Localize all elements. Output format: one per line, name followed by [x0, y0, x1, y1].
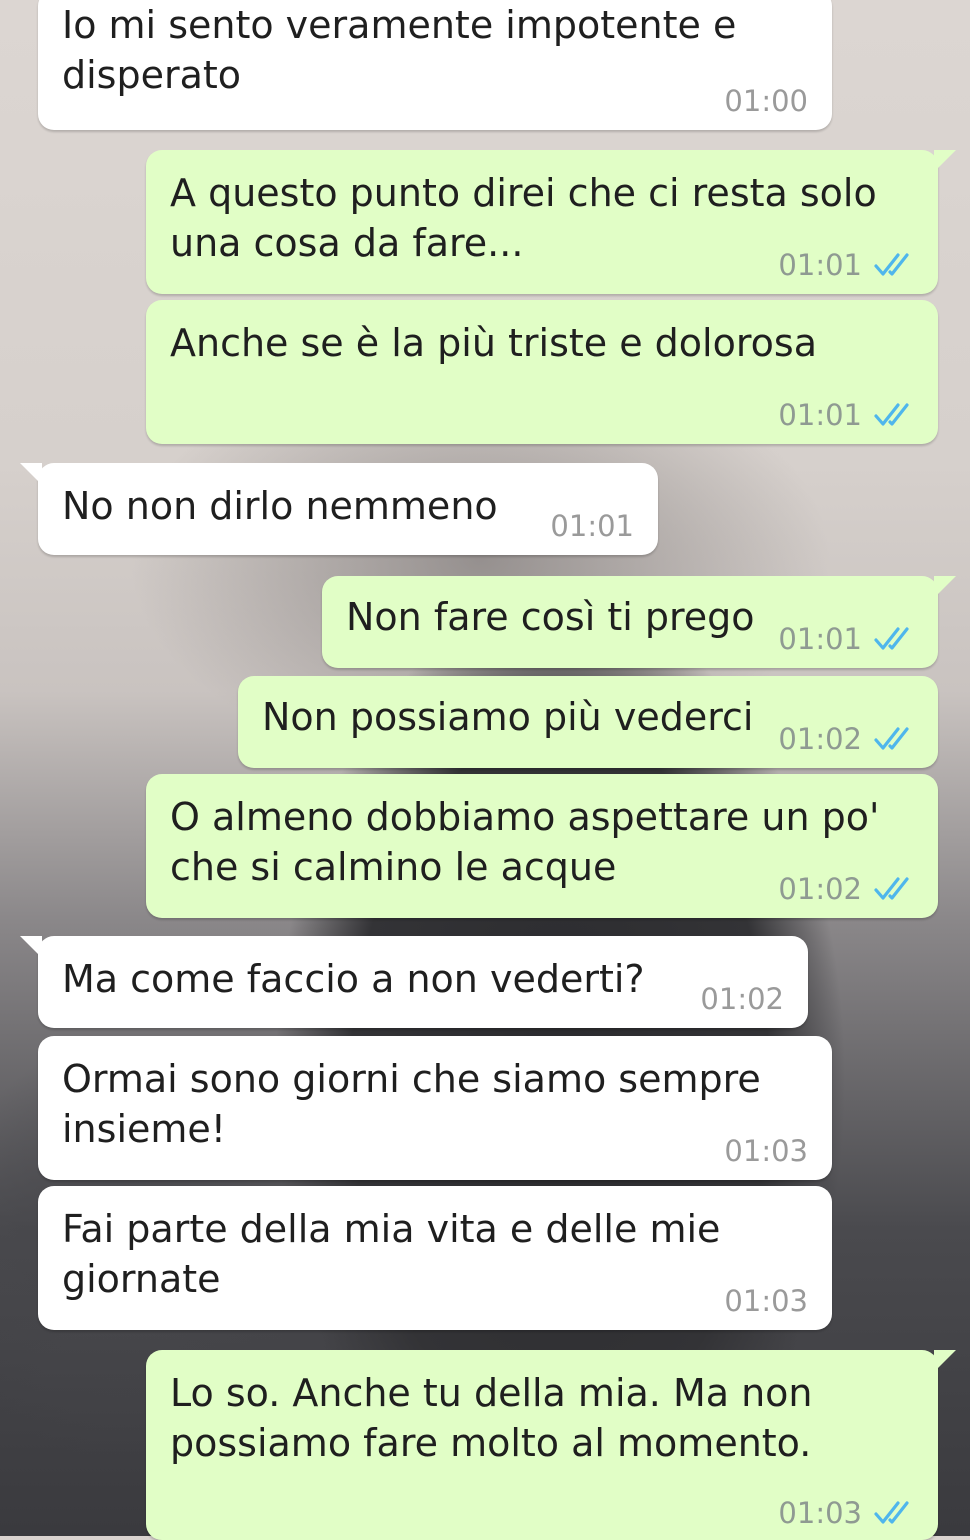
message-time: 01:02 [778, 722, 862, 756]
message-outgoing[interactable]: A questo punto direi che ci resta solo u… [146, 150, 956, 294]
message-meta: 01:03 [724, 1134, 808, 1168]
message-outgoing[interactable]: O almeno dobbiamo aspettare un po' che s… [146, 774, 938, 918]
message-time: 01:01 [550, 509, 634, 543]
message-time: 01:01 [778, 398, 862, 432]
message-text: No non dirlo nemmeno [62, 484, 498, 528]
message-outgoing[interactable]: Anche se è la più triste e dolorosa 01:0… [146, 300, 938, 444]
message-time: 01:01 [778, 248, 862, 282]
message-incoming[interactable]: Io mi sento veramente impotente e disper… [38, 0, 832, 130]
message-text: Anche se è la più triste e dolorosa [170, 321, 817, 365]
double-check-icon [874, 403, 909, 426]
message-outgoing[interactable]: Lo so. Anche tu della mia. Ma non possia… [146, 1350, 956, 1540]
message-text: Io mi sento veramente impotente e disper… [62, 3, 737, 97]
message-time: 01:03 [778, 1496, 862, 1530]
message-meta: 01:02 [778, 722, 914, 756]
message-incoming[interactable]: Ma come faccio a non vederti? 01:02 [20, 936, 808, 1028]
message-meta: 01:03 [778, 1496, 914, 1530]
message-outgoing[interactable]: Non possiamo più vederci 01:02 [238, 676, 938, 768]
double-check-icon [874, 253, 909, 276]
message-text: Ma come faccio a non vederti? [62, 957, 645, 1001]
message-meta: 01:01 [550, 509, 634, 543]
message-time: 01:02 [700, 982, 784, 1016]
message-incoming[interactable]: No non dirlo nemmeno 01:01 [20, 463, 658, 555]
message-time: 01:03 [724, 1134, 808, 1168]
message-list[interactable]: Io mi sento veramente impotente e disper… [0, 0, 970, 1540]
message-outgoing[interactable]: Non fare così ti prego 01:01 [322, 576, 956, 668]
double-check-icon [874, 727, 909, 750]
message-meta: 01:01 [778, 398, 914, 432]
message-text: Ormai sono giorni che siamo sempre insie… [62, 1057, 761, 1151]
double-check-icon [874, 627, 909, 650]
message-meta: 01:01 [778, 622, 914, 656]
message-meta: 01:00 [724, 84, 808, 118]
message-text: Lo so. Anche tu della mia. Ma non possia… [170, 1371, 813, 1465]
double-check-icon [874, 1501, 909, 1524]
message-meta: 01:03 [724, 1284, 808, 1318]
message-incoming[interactable]: Ormai sono giorni che siamo sempre insie… [38, 1036, 832, 1180]
message-meta: 01:02 [778, 872, 914, 906]
message-incoming[interactable]: Fai parte della mia vita e delle mie gio… [38, 1186, 832, 1330]
message-meta: 01:01 [778, 248, 914, 282]
message-text: Fai parte della mia vita e delle mie gio… [62, 1207, 721, 1301]
message-time: 01:01 [778, 622, 862, 656]
message-time: 01:00 [724, 84, 808, 118]
message-time: 01:03 [724, 1284, 808, 1318]
message-time: 01:02 [778, 872, 862, 906]
double-check-icon [874, 877, 909, 900]
message-meta: 01:02 [700, 982, 784, 1016]
